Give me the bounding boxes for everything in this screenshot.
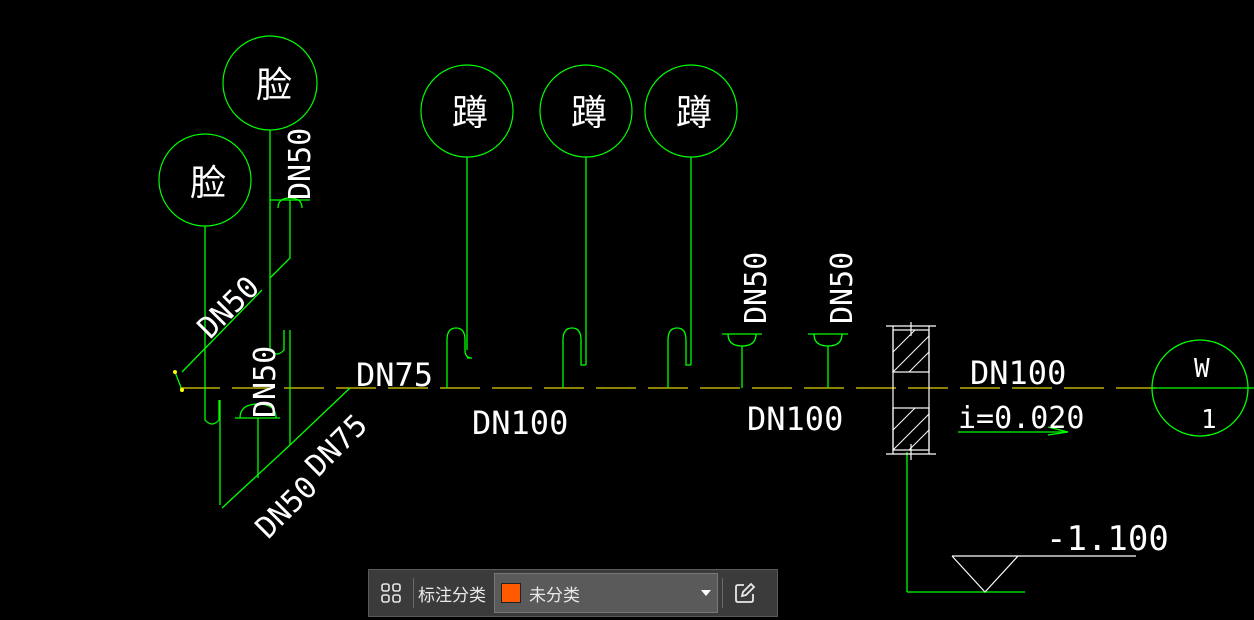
label-dn50-floor-2: DN50 bbox=[825, 252, 860, 324]
fixture-label: 脸 bbox=[190, 163, 226, 204]
label-dn100-a: DN100 bbox=[472, 404, 568, 442]
label-dn50-floor-1: DN50 bbox=[739, 252, 774, 324]
elevation-symbol bbox=[951, 555, 1136, 593]
wall-section bbox=[886, 322, 936, 460]
fixture-label: 脸 bbox=[256, 65, 292, 106]
edit-category-button[interactable] bbox=[723, 570, 767, 616]
category-label: 标注分类 bbox=[418, 585, 486, 606]
fixture-squat-3[interactable]: 蹲 bbox=[644, 64, 738, 158]
grip-point[interactable] bbox=[180, 388, 184, 392]
label-dn75-main: DN75 bbox=[356, 356, 433, 394]
label-dn100-outlet: DN100 bbox=[970, 354, 1066, 392]
grip-point[interactable] bbox=[173, 370, 177, 374]
label-slope: i=0.020 bbox=[958, 401, 1084, 436]
outlet-marker-number: 1 bbox=[1201, 405, 1217, 435]
label-dn75-branch: DN75 bbox=[299, 408, 375, 484]
grid-icon bbox=[381, 583, 401, 603]
category-select[interactable]: 未分类 bbox=[494, 573, 718, 613]
category-color-swatch bbox=[501, 583, 521, 603]
fixture-squat-1[interactable]: 蹲 bbox=[420, 64, 514, 158]
category-selected-value: 未分类 bbox=[529, 585, 580, 606]
label-dn50-left-riser: DN50 bbox=[248, 346, 283, 418]
fixture-label: 蹲 bbox=[452, 93, 488, 134]
cad-drawing-canvas[interactable]: 脸 脸 蹲 蹲 蹲 DN50 DN50 DN50 DN75 DN75 DN50 … bbox=[0, 0, 1254, 620]
grid-view-button[interactable] bbox=[369, 570, 413, 616]
fixture-label: 蹲 bbox=[571, 93, 607, 134]
fixture-washbasin-2[interactable]: 脸 bbox=[222, 35, 318, 131]
fixture-label: 蹲 bbox=[676, 93, 712, 134]
annotation-category-toolbar: 标注分类 未分类 bbox=[368, 569, 778, 617]
label-dn100-b: DN100 bbox=[747, 400, 843, 438]
outlet-marker-letter: W bbox=[1194, 354, 1210, 384]
label-dn50-branch: DN50 bbox=[249, 470, 325, 546]
fixture-washbasin-1[interactable]: 脸 bbox=[158, 133, 252, 227]
label-dn50-diagonal: DN50 bbox=[191, 270, 267, 346]
chevron-down-icon bbox=[701, 590, 711, 596]
edit-icon bbox=[735, 582, 756, 603]
fixture-squat-2[interactable]: 蹲 bbox=[539, 64, 633, 158]
label-elevation: -1.100 bbox=[1046, 519, 1169, 559]
label-dn50-vertical-top: DN50 bbox=[283, 128, 318, 200]
